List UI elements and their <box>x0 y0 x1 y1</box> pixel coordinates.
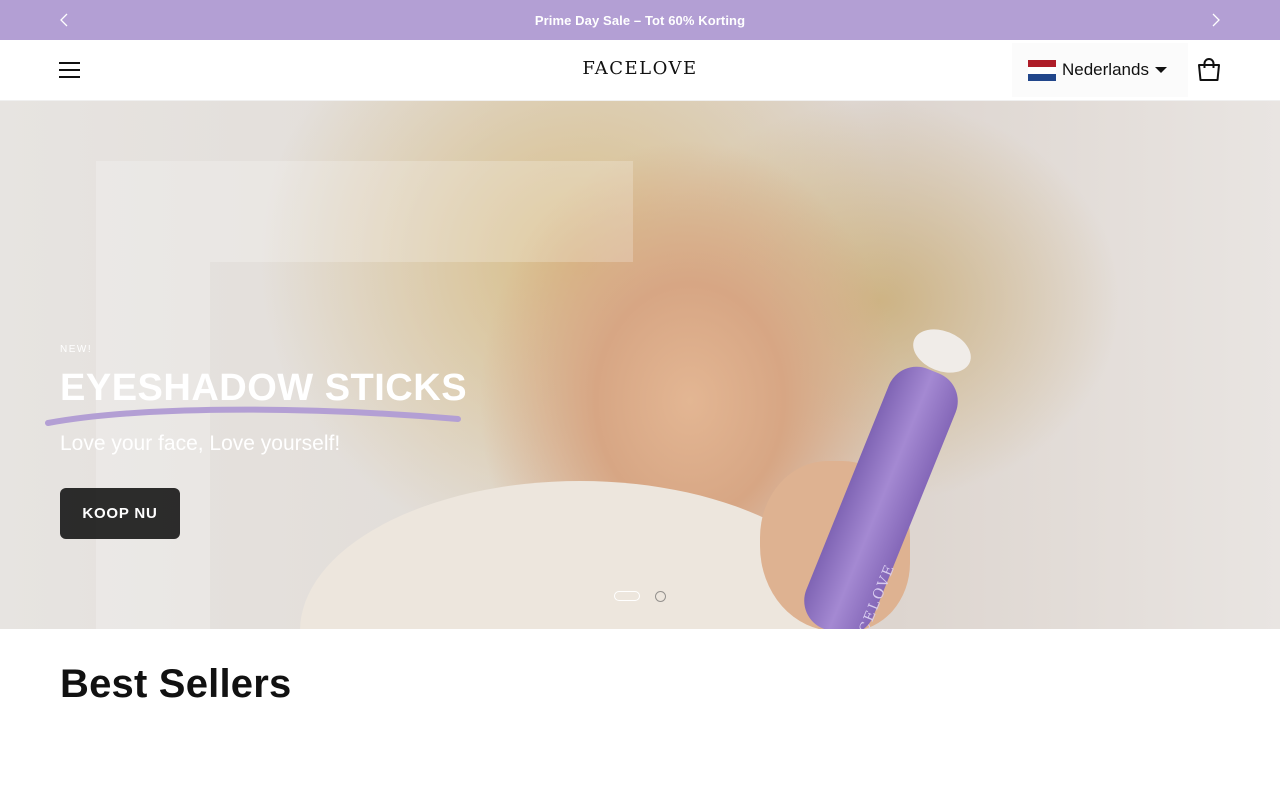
hero-subtitle: Love your face, Love yourself! <box>60 432 341 455</box>
announcement-next-button[interactable] <box>1206 10 1226 30</box>
hero-underline-decoration <box>45 406 461 426</box>
slide-dot-active[interactable] <box>614 591 640 601</box>
site-header: FACELOVE Nederlands <box>0 40 1280 101</box>
hero-eyebrow: NEW! <box>60 344 93 355</box>
hamburger-menu-icon[interactable] <box>58 59 82 81</box>
shopping-bag-icon[interactable] <box>1196 57 1222 83</box>
chevron-left-icon <box>60 13 68 27</box>
netherlands-flag-icon <box>1028 59 1056 81</box>
site-logo[interactable]: FACELOVE <box>540 58 740 79</box>
caret-down-icon <box>1154 67 1167 73</box>
slide-dot[interactable] <box>655 591 666 602</box>
announcement-bar: Prime Day Sale – Tot 60% Korting <box>0 0 1280 40</box>
announcement-prev-button[interactable] <box>54 10 74 30</box>
best-sellers-title: Best Sellers <box>60 662 292 706</box>
hero-overlay-panel <box>96 161 633 262</box>
shop-now-button[interactable]: KOOP NU <box>60 488 180 539</box>
announcement-text[interactable]: Prime Day Sale – Tot 60% Korting <box>535 13 745 28</box>
hero-banner: FACELOVE NEW! EYESHADOW STICKS Love your… <box>0 101 1280 629</box>
language-selector[interactable]: Nederlands <box>1012 43 1188 97</box>
language-label: Nederlands <box>1062 60 1149 79</box>
chevron-right-icon <box>1212 13 1220 27</box>
